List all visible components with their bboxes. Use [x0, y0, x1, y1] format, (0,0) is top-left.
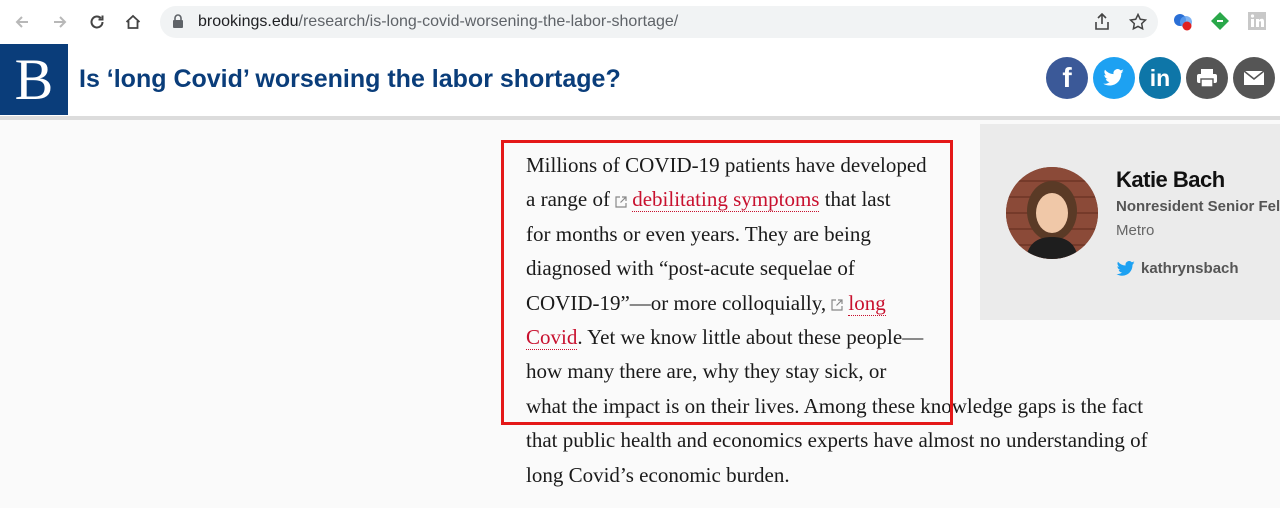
linkedin-extension-icon[interactable] [1246, 10, 1268, 32]
browser-toolbar: brookings.edu/research/is-long-covid-wor… [0, 0, 1280, 45]
reload-icon[interactable] [83, 8, 111, 36]
page-title: Is ‘long Covid’ worsening the labor shor… [79, 65, 621, 93]
address-bar[interactable]: brookings.edu/research/is-long-covid-wor… [160, 6, 1158, 38]
share-icon[interactable] [1092, 12, 1112, 32]
highlight-annotation-box [501, 140, 953, 425]
extension-icon[interactable] [1172, 10, 1194, 32]
twitter-icon [1103, 69, 1124, 86]
article-line: long Covid’s economic burden. [526, 462, 790, 487]
email-share-button[interactable] [1233, 57, 1275, 99]
back-icon[interactable] [8, 8, 36, 36]
header-divider [0, 116, 1280, 120]
article-line: that public health and economics experts… [526, 428, 1148, 453]
bookmark-star-icon[interactable] [1128, 12, 1148, 32]
print-button[interactable] [1186, 57, 1228, 99]
linkedin-share-button[interactable]: in [1139, 57, 1181, 99]
url-text: brookings.edu/research/is-long-covid-wor… [198, 13, 679, 30]
brookings-logo[interactable]: B [0, 44, 68, 115]
forward-icon[interactable] [46, 8, 74, 36]
envelope-icon [1243, 70, 1265, 85]
extension-icon[interactable] [1209, 10, 1231, 32]
facebook-share-button[interactable]: f [1046, 57, 1088, 99]
twitter-share-button[interactable] [1093, 57, 1135, 99]
printer-icon [1197, 69, 1217, 88]
lock-icon [172, 14, 184, 34]
home-icon[interactable] [119, 8, 147, 36]
